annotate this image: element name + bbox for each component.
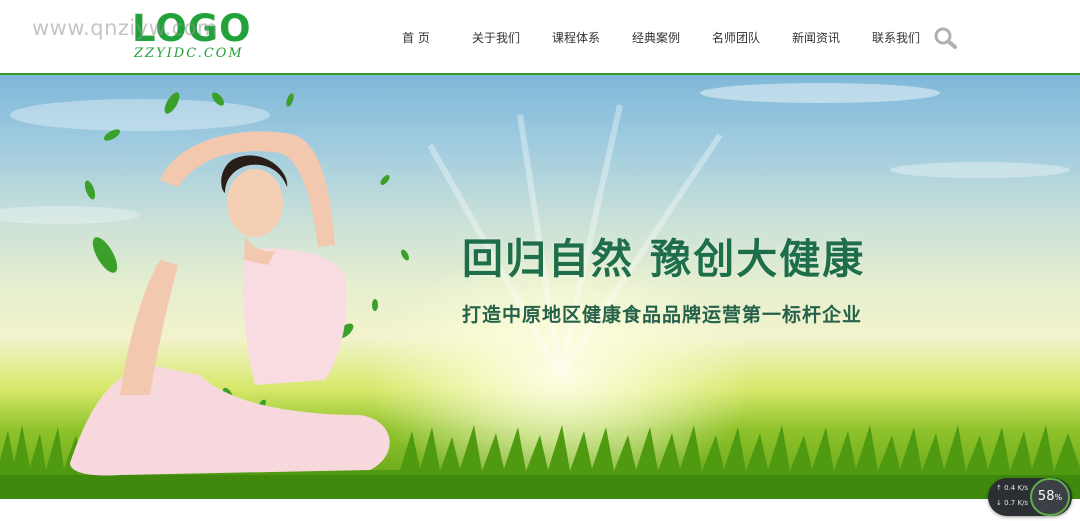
nav-item-courses[interactable]: 课程体系 — [536, 29, 616, 46]
banner-headline: 回归自然 豫创大健康 — [462, 235, 866, 283]
upload-speed-value: 0.4 — [1004, 484, 1016, 492]
logo-subtext: ZZYIDC.COM — [134, 46, 244, 61]
memory-usage-circle[interactable]: 58% — [1030, 478, 1070, 516]
upload-speed: ↑ 0.4 K/s — [996, 484, 1028, 492]
download-speed-unit: K/s — [1017, 499, 1029, 507]
banner-illustration — [0, 83, 1080, 499]
nav-item-home[interactable]: 首 页 — [376, 29, 456, 46]
nav-item-contact[interactable]: 联系我们 — [856, 29, 936, 46]
download-speed: ↓ 0.7 K/s — [996, 499, 1028, 507]
hero-banner[interactable]: 回归自然 豫创大健康 打造中原地区健康食品品牌运营第一标杆企业 — [0, 75, 1080, 499]
search-icon[interactable] — [933, 26, 959, 50]
page: LOGO ZZYIDC.COM www.qnziyw.com 首 页 关于我们 … — [0, 0, 1080, 521]
download-speed-value: 0.7 — [1004, 499, 1016, 507]
nav-item-teachers[interactable]: 名师团队 — [696, 29, 776, 46]
banner-subheadline: 打造中原地区健康食品品牌运营第一标杆企业 — [462, 304, 863, 326]
upload-arrow-icon: ↑ — [996, 484, 1002, 492]
site-header: LOGO ZZYIDC.COM www.qnziyw.com 首 页 关于我们 … — [0, 0, 1080, 75]
memory-usage-percent: 58% — [1037, 489, 1063, 504]
download-arrow-icon: ↓ — [996, 499, 1002, 507]
watermark-text: www.qnziyw.com — [32, 16, 218, 40]
nav-item-about[interactable]: 关于我们 — [456, 29, 536, 46]
main-nav: 首 页 关于我们 课程体系 经典案例 名师团队 新闻资讯 联系我们 — [376, 0, 936, 75]
nav-item-cases[interactable]: 经典案例 — [616, 29, 696, 46]
network-speed-widget[interactable]: ↑ 0.4 K/s ↓ 0.7 K/s 58% — [988, 478, 1072, 516]
nav-item-news[interactable]: 新闻资讯 — [776, 29, 856, 46]
upload-speed-unit: K/s — [1017, 484, 1029, 492]
